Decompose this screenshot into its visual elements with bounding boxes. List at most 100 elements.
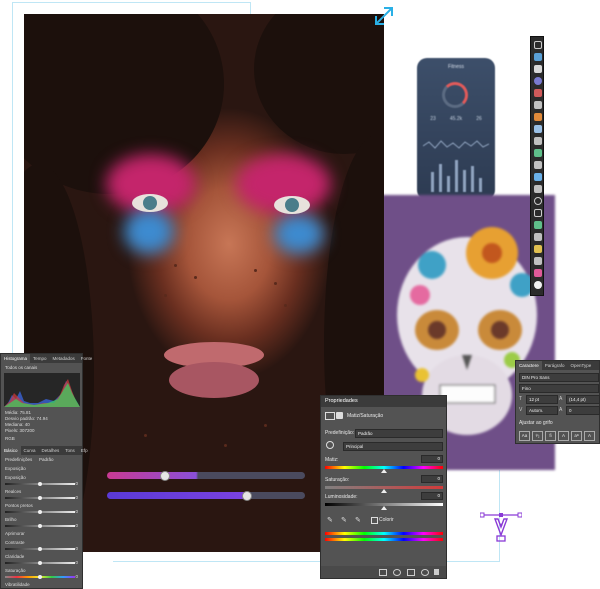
contrast-slider[interactable] (5, 547, 75, 551)
clone-tool-icon[interactable] (534, 125, 542, 133)
tab-curve[interactable]: Curva (21, 446, 39, 455)
mask-icon[interactable] (336, 412, 343, 419)
hand-tool-icon[interactable] (534, 245, 542, 253)
trash-icon[interactable] (434, 569, 439, 575)
eyedropper-minus-icon[interactable]: ✎ (355, 516, 361, 524)
slider-knob-bottom[interactable] (241, 491, 252, 501)
reset-icon[interactable] (407, 569, 415, 576)
text-tool-icon[interactable] (534, 233, 542, 241)
hue-input[interactable]: 0 (421, 455, 443, 463)
eyedropper-plus-icon[interactable]: ✎ (341, 516, 347, 524)
gradient-tool-icon[interactable] (534, 161, 542, 169)
glyph-button-ordinal[interactable]: aᵃ (571, 431, 582, 441)
healing-tool-icon[interactable] (534, 137, 542, 145)
preset-dropdown[interactable]: Padrão (355, 429, 443, 438)
saturation-input[interactable]: 0 (421, 475, 443, 483)
kerning-icon: V (519, 407, 523, 413)
tab-details[interactable]: Detalhes (39, 446, 63, 455)
freckle (194, 276, 197, 279)
adjust-glyph-label: Ajustar ao grifo (519, 420, 553, 426)
ellipse-tool-icon[interactable] (534, 197, 542, 205)
eyedropper-tool-icon[interactable] (534, 101, 542, 109)
lightness-slider-knob[interactable] (381, 506, 387, 510)
brightness-slider[interactable] (5, 524, 75, 528)
tab-basic[interactable]: Básico (1, 446, 21, 455)
tab-character[interactable]: Caractere (516, 361, 542, 370)
character-tabs: Caractere Parágrafo OpenType (516, 361, 599, 370)
lightness-input[interactable]: 0 (421, 492, 443, 500)
move-tool-icon[interactable] (534, 41, 542, 49)
blacks-slider[interactable] (5, 510, 75, 514)
blur-tool-icon[interactable] (534, 173, 542, 181)
freckle (284, 304, 287, 307)
kerning-dropdown[interactable]: Autom. (526, 406, 558, 415)
leading-dropdown[interactable]: (14,4 pt) (566, 395, 600, 404)
tab-tempo[interactable]: Tempo (30, 354, 50, 363)
row-value[interactable]: 0 (75, 509, 78, 514)
guide-line-bottom-right (447, 561, 499, 562)
artboard-tool-icon[interactable] (534, 53, 542, 61)
adjustment-slider-top[interactable] (107, 471, 305, 481)
font-style-dropdown[interactable]: Fino (519, 384, 599, 393)
clip-layer-icon[interactable] (379, 569, 387, 576)
zoom-tool-icon[interactable] (534, 257, 542, 265)
hand-target-icon[interactable] (326, 441, 334, 449)
clarity-slider[interactable] (5, 561, 75, 565)
saturation-slider[interactable] (5, 575, 75, 579)
selection-tool-icon[interactable] (534, 65, 542, 73)
glyph-button-fraction[interactable]: ¹⁄₂ (532, 431, 543, 441)
font-family-dropdown[interactable]: DIN Pro Sans (519, 373, 599, 382)
shape-tool-icon[interactable] (534, 209, 542, 217)
row-label: Brilho (5, 517, 17, 522)
font-size-dropdown[interactable]: 12 pt (526, 395, 558, 404)
tab-metadata[interactable]: Metadados (50, 354, 78, 363)
glyph-button-ornament[interactable]: A (584, 431, 595, 441)
exposure-slider[interactable] (5, 482, 75, 486)
lips-lower (169, 362, 259, 398)
tab-paragraph[interactable]: Parágrafo (542, 361, 568, 370)
view-previous-icon[interactable] (393, 569, 401, 576)
brush-tool-icon[interactable] (534, 113, 542, 121)
adjustment-slider-bottom[interactable] (107, 491, 305, 501)
tab-opentype[interactable]: OpenType (568, 361, 595, 370)
row-value[interactable]: 0 (75, 560, 78, 565)
highlights-slider[interactable] (5, 496, 75, 500)
row-value[interactable]: 0 (75, 481, 78, 486)
crop-tool-icon[interactable] (534, 89, 542, 97)
freckle (264, 424, 267, 427)
hue-slider-knob[interactable] (381, 469, 387, 473)
glyph-button-swash[interactable]: A (558, 431, 569, 441)
row-value[interactable]: 0 (75, 523, 78, 528)
tab-histogram[interactable]: Histograma (1, 354, 31, 363)
row-value[interactable]: 0 (75, 495, 78, 500)
foreground-color-icon[interactable] (534, 281, 542, 289)
tracking-dropdown[interactable]: 0 (566, 406, 600, 415)
glyph-button-aa[interactable]: Aa (519, 431, 530, 441)
colorize-checkbox[interactable] (371, 517, 378, 524)
row-value[interactable]: 0 (75, 574, 78, 579)
adjustment-layer-icon (325, 412, 335, 420)
pen-tool-icon[interactable] (534, 221, 542, 229)
section-enhance[interactable]: Aprimorar (5, 531, 25, 536)
row-value[interactable]: 0 (75, 546, 78, 551)
eyedropper-icon[interactable]: ✎ (327, 516, 333, 524)
tab-effects[interactable]: Efp (78, 446, 91, 455)
dodge-tool-icon[interactable] (534, 185, 542, 193)
histogram-panel: Histograma Tempo Metadados Fonte Todos o… (0, 353, 92, 589)
lasso-tool-icon[interactable] (534, 77, 542, 85)
preset-value[interactable]: Padrão (39, 457, 54, 462)
tab-tones[interactable]: Tons (62, 446, 78, 455)
row-label: Vibratilidade (5, 582, 30, 587)
eraser-tool-icon[interactable] (534, 149, 542, 157)
section-exposure[interactable]: Exposição (5, 466, 26, 471)
glyph-button-ligature[interactable]: ﬁ (545, 431, 556, 441)
channel-dropdown[interactable]: Principal (343, 442, 443, 451)
info-mean: Média: 75.81 (5, 410, 32, 415)
tab-font[interactable]: Fonte (78, 354, 96, 363)
saturation-slider-knob[interactable] (381, 489, 387, 493)
leading-icon: A (559, 396, 563, 402)
visibility-icon[interactable] (421, 569, 429, 576)
expand-arrows-icon[interactable] (372, 4, 396, 28)
saturation-label: Saturação: (325, 477, 350, 483)
color-picker-icon[interactable] (534, 269, 542, 277)
